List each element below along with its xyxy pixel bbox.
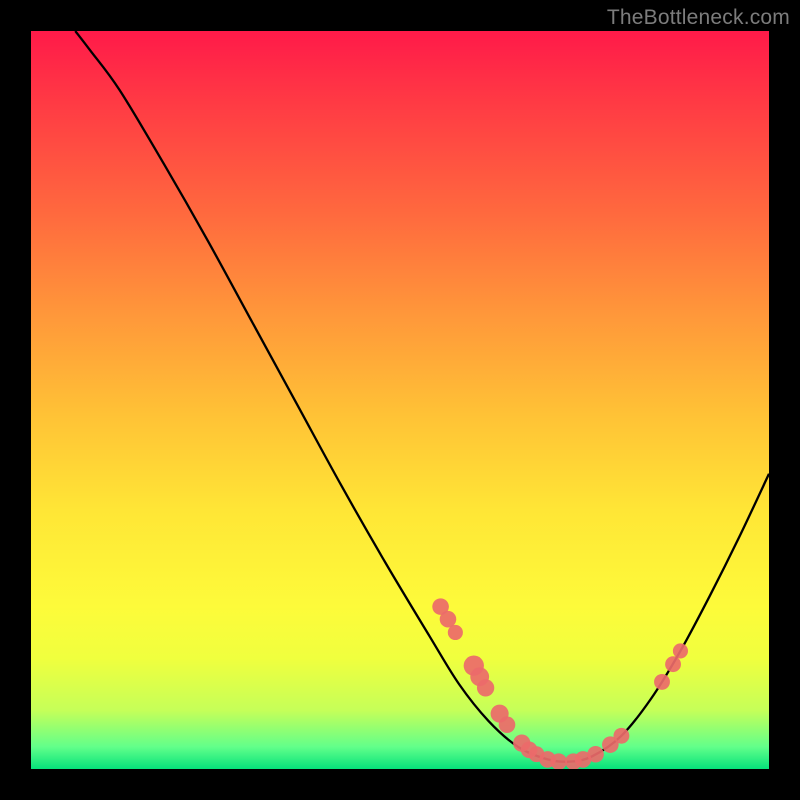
- data-marker: [673, 643, 688, 658]
- data-marker: [613, 728, 629, 744]
- data-marker: [477, 679, 494, 696]
- data-marker: [654, 674, 670, 690]
- watermark-label: TheBottleneck.com: [607, 6, 790, 30]
- data-marker: [440, 611, 457, 628]
- data-marker: [587, 746, 604, 763]
- data-marker: [448, 625, 463, 640]
- chart-area: [31, 31, 769, 769]
- bottleneck-curve-plot: [31, 31, 769, 769]
- data-marker: [499, 716, 516, 733]
- data-markers: [432, 598, 688, 769]
- curve-line: [75, 31, 769, 762]
- data-marker: [665, 656, 681, 672]
